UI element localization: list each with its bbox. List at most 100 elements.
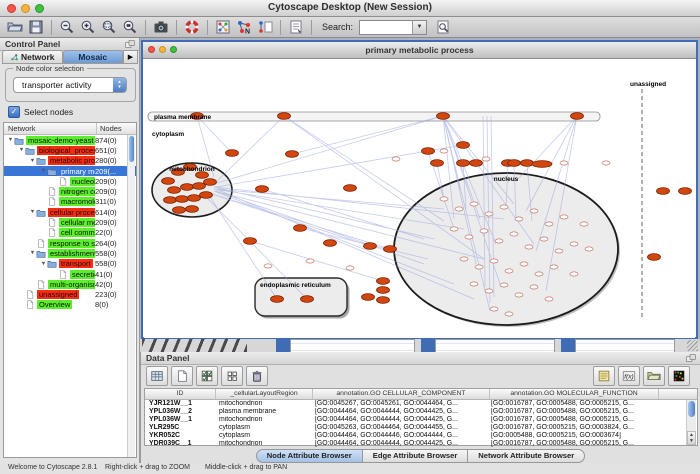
tree-column-network[interactable]: Network bbox=[4, 123, 97, 134]
network-node[interactable] bbox=[500, 283, 508, 287]
table-row[interactable]: YPL036W__1mitochondrion[GO:0044464, GO:0… bbox=[145, 416, 697, 424]
network-node[interactable] bbox=[200, 192, 213, 199]
network-node[interactable] bbox=[437, 113, 450, 120]
network-node[interactable] bbox=[384, 246, 397, 253]
table-column-header[interactable]: ID bbox=[145, 389, 216, 399]
table-scrollbar[interactable]: ▲▼ bbox=[686, 400, 696, 445]
network-node[interactable] bbox=[545, 222, 553, 226]
select-nodes-checkbox[interactable]: ✓ bbox=[8, 106, 20, 118]
tab-network[interactable]: Network bbox=[2, 50, 63, 64]
background-window-sliver[interactable] bbox=[142, 339, 247, 352]
network-node[interactable] bbox=[256, 186, 269, 193]
tree-row[interactable]: multi-organism pro42(0) bbox=[4, 279, 136, 289]
network-node[interactable] bbox=[440, 197, 448, 201]
tree-row[interactable]: nitrogen compo209(0) bbox=[4, 186, 136, 196]
delete-attribute-icon[interactable] bbox=[246, 366, 268, 386]
snapshot-icon[interactable] bbox=[152, 18, 170, 36]
network-node[interactable] bbox=[204, 179, 217, 186]
tree-row[interactable]: ▼mosaic-demo-yeast874(0) bbox=[4, 135, 136, 145]
table-column-header[interactable]: annotation.GO MOLECULAR_FUNCTION bbox=[490, 389, 659, 399]
network-node[interactable] bbox=[324, 240, 337, 247]
tree-row[interactable]: ▼transport558(0) bbox=[4, 259, 136, 269]
tree-column-nodes[interactable]: Nodes bbox=[97, 123, 136, 134]
network-node[interactable] bbox=[465, 235, 473, 239]
network-node[interactable] bbox=[440, 149, 448, 153]
network-node[interactable] bbox=[431, 160, 444, 167]
layout-network-icon[interactable] bbox=[214, 18, 232, 36]
unselect-attributes-icon[interactable] bbox=[221, 366, 243, 386]
network-window-titlebar[interactable]: primary metabolic process bbox=[143, 42, 696, 59]
network-node[interactable] bbox=[550, 265, 558, 269]
network-node[interactable] bbox=[301, 296, 314, 303]
network-node[interactable] bbox=[495, 239, 503, 243]
network-node[interactable] bbox=[525, 245, 533, 249]
network-node[interactable] bbox=[162, 178, 175, 185]
search-dropdown-arrow-icon[interactable]: ▼ bbox=[412, 21, 426, 34]
network-node[interactable] bbox=[176, 196, 189, 203]
network-node[interactable] bbox=[193, 183, 206, 190]
network-node[interactable] bbox=[344, 185, 357, 192]
network-node[interactable] bbox=[278, 113, 291, 120]
network-node[interactable] bbox=[346, 266, 354, 270]
network-node[interactable] bbox=[585, 247, 593, 251]
network-node[interactable] bbox=[560, 161, 568, 165]
table-row[interactable]: YKR052Ccytoplasm[GO:0044464, GO:0044446,… bbox=[145, 432, 697, 440]
network-node[interactable] bbox=[475, 265, 483, 269]
tree-row[interactable]: unassigned223(0) bbox=[4, 289, 136, 299]
tree-row[interactable]: Overview8(0) bbox=[4, 300, 136, 310]
import-table-icon[interactable] bbox=[593, 366, 615, 386]
float-panel-icon[interactable] bbox=[686, 354, 696, 362]
tab-mosaic[interactable]: Mosaic bbox=[63, 50, 124, 64]
network-node[interactable] bbox=[460, 257, 468, 261]
table-scrollbar-thumb[interactable] bbox=[688, 401, 695, 417]
network-node[interactable] bbox=[508, 160, 521, 167]
network-node[interactable] bbox=[457, 142, 470, 149]
tree-scrollbar[interactable] bbox=[127, 135, 135, 457]
network-node[interactable] bbox=[457, 160, 470, 167]
network-node[interactable] bbox=[521, 160, 534, 167]
table-column-header[interactable]: _cellularLayoutRegion bbox=[216, 389, 313, 399]
table-row[interactable]: YPL036W__2plasma membrane[GO:0044464, GO… bbox=[145, 408, 697, 416]
network-node[interactable] bbox=[571, 113, 584, 120]
zoom-window-button[interactable] bbox=[35, 4, 44, 13]
search-input[interactable]: ▼ bbox=[359, 20, 427, 35]
help-icon[interactable] bbox=[183, 18, 201, 36]
matrix-view-icon[interactable] bbox=[668, 366, 690, 386]
tree-row[interactable]: response to stimulu264(0) bbox=[4, 238, 136, 248]
network-node[interactable] bbox=[455, 207, 463, 211]
float-panel-icon[interactable] bbox=[125, 40, 135, 48]
tree-row[interactable]: ▼metabolic process280(0) bbox=[4, 156, 136, 166]
table-row[interactable]: YLR295Ccytoplasm[GO:0045263, GO:0044464,… bbox=[145, 424, 697, 432]
expand-arrow-icon[interactable]: ▼ bbox=[29, 158, 36, 164]
network-node[interactable] bbox=[505, 269, 513, 273]
network-node[interactable] bbox=[377, 278, 390, 285]
advanced-search-icon[interactable] bbox=[434, 18, 452, 36]
network-node[interactable] bbox=[173, 207, 186, 214]
network-node[interactable] bbox=[570, 242, 578, 246]
tab-edge-attribute-browser[interactable]: Edge Attribute Browser bbox=[363, 449, 469, 463]
zoom-in-icon[interactable] bbox=[79, 18, 97, 36]
network-node[interactable] bbox=[422, 148, 435, 155]
background-window-sliver[interactable] bbox=[575, 339, 675, 352]
network-node[interactable] bbox=[510, 232, 518, 236]
tab-node-attribute-browser[interactable]: Node Attribute Browser bbox=[256, 449, 363, 463]
annotation-icon[interactable] bbox=[287, 18, 305, 36]
scroll-arrows-icon[interactable]: ▲▼ bbox=[687, 431, 696, 445]
edge-attribute-icon[interactable] bbox=[256, 18, 274, 36]
resize-grip[interactable] bbox=[687, 340, 698, 351]
close-view-button[interactable] bbox=[148, 46, 155, 53]
network-node[interactable] bbox=[364, 243, 377, 250]
network-node[interactable] bbox=[505, 312, 513, 316]
network-node[interactable] bbox=[560, 215, 568, 219]
network-node[interactable] bbox=[470, 282, 478, 286]
network-node[interactable] bbox=[530, 209, 538, 213]
node-color-select[interactable]: transporter activity ▴▾ bbox=[13, 77, 127, 93]
background-window-sliver[interactable] bbox=[290, 339, 415, 352]
select-attributes-icon[interactable] bbox=[196, 366, 218, 386]
background-window-sliver[interactable] bbox=[435, 339, 555, 352]
network-node[interactable] bbox=[530, 285, 538, 289]
expand-arrow-icon[interactable]: ▼ bbox=[18, 147, 25, 153]
more-tabs-button[interactable]: ▶ bbox=[123, 50, 138, 64]
network-node[interactable] bbox=[392, 157, 400, 161]
network-node[interactable] bbox=[226, 150, 239, 157]
